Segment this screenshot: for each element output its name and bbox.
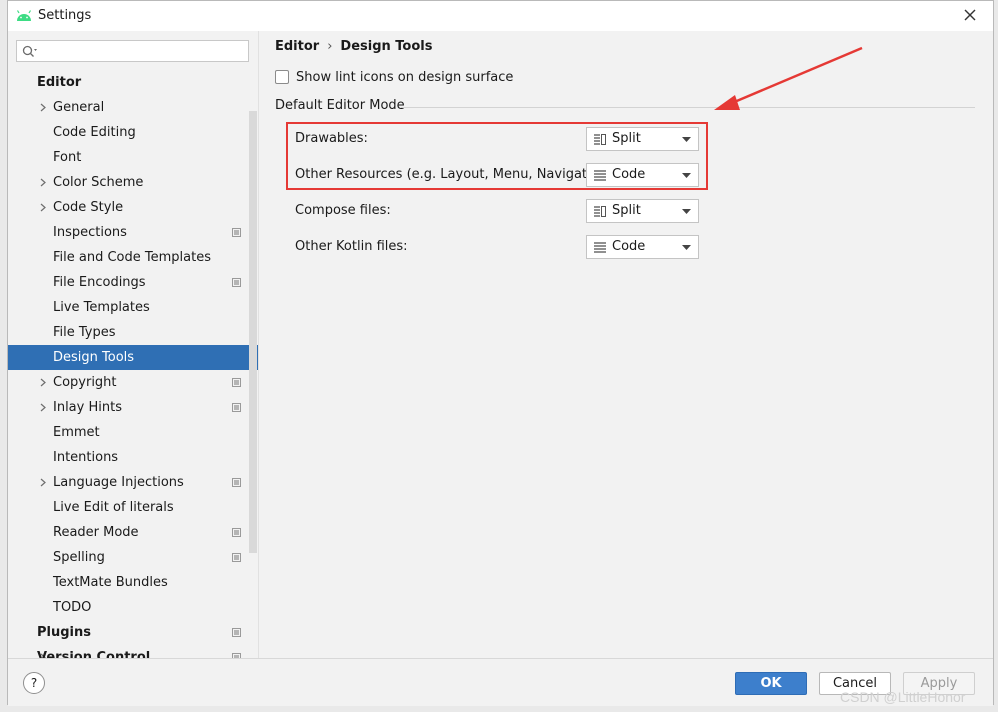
watermark: CSDN @LittleHonor	[840, 689, 966, 705]
annotation-arrow	[714, 46, 863, 110]
